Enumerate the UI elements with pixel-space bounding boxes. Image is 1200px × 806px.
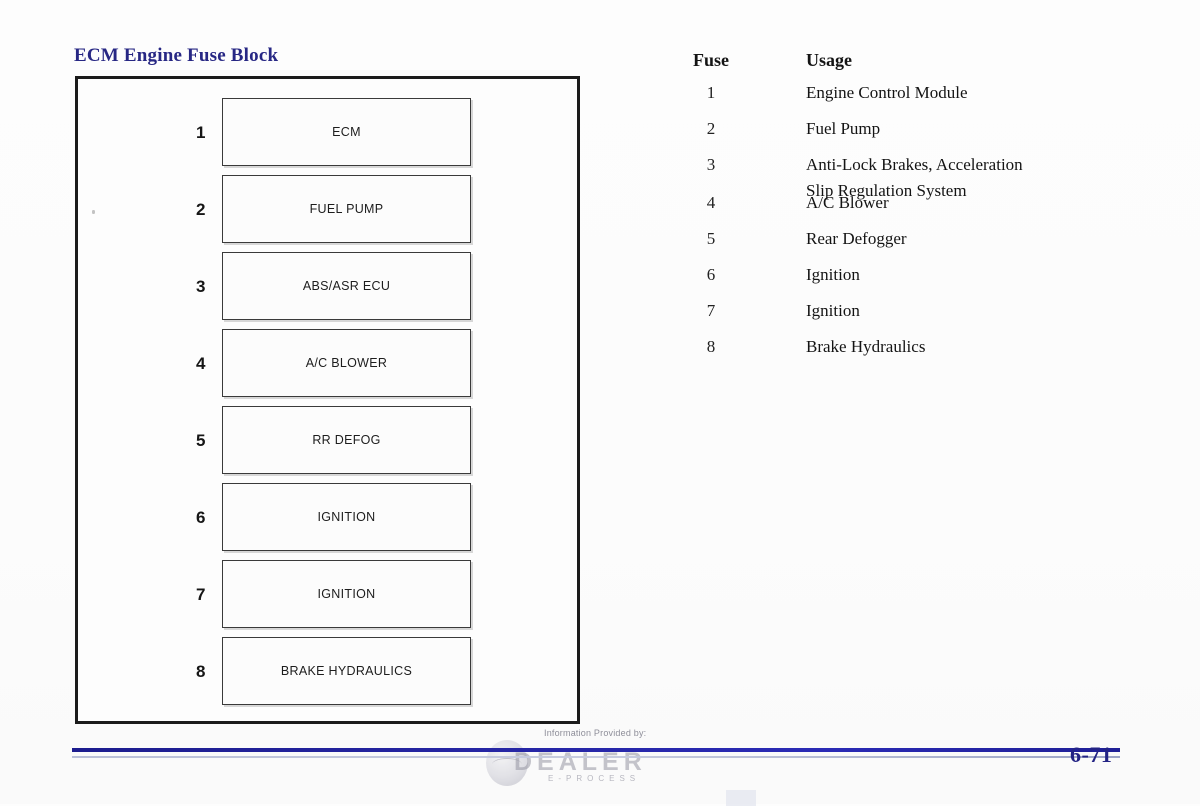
fuse-number: 2 bbox=[196, 199, 206, 219]
fuse-slot: ECM bbox=[222, 98, 471, 166]
fuse-slot: IGNITION bbox=[222, 560, 471, 628]
table-row: 5 Rear Defogger bbox=[686, 226, 1146, 250]
fuse-row: 5 RR DEFOG bbox=[196, 406, 471, 474]
fuse-slot: IGNITION bbox=[222, 483, 471, 551]
fuse-number: 8 bbox=[196, 661, 206, 681]
cell-fuse-number: 1 bbox=[706, 83, 716, 102]
fuse-slot: RR DEFOG bbox=[222, 406, 471, 474]
fuse-number: 4 bbox=[196, 353, 206, 373]
table-row: 2 Fuel Pump bbox=[686, 116, 1146, 140]
fuse-slot-label: IGNITION bbox=[317, 510, 376, 524]
page-number: 6-71 bbox=[1070, 742, 1113, 767]
fuse-usage-table: Fuse Usage 1 Engine Control Module 2 Fue… bbox=[686, 50, 1146, 370]
fuse-number: 1 bbox=[196, 122, 206, 142]
fuse-slot-label: BRAKE HYDRAULICS bbox=[280, 664, 413, 678]
cell-fuse-number: 5 bbox=[706, 229, 716, 248]
cell-usage-text: Ignition bbox=[806, 265, 860, 284]
cell-fuse-number: 8 bbox=[706, 337, 716, 356]
table-row: 3 Anti-Lock Brakes, Acceleration Slip Re… bbox=[686, 152, 1146, 200]
fuse-slot: A/C BLOWER bbox=[222, 329, 471, 397]
cell-usage-text: A/C Blower bbox=[806, 193, 889, 212]
fuse-row: 3 ABS/ASR ECU bbox=[196, 252, 471, 320]
table-row: 7 Ignition bbox=[686, 298, 1146, 322]
scan-artifact-speck bbox=[92, 210, 95, 214]
fuse-row: 2 FUEL PUMP bbox=[196, 175, 471, 243]
fuse-slot-label: IGNITION bbox=[317, 587, 376, 601]
fuse-row: 1 ECM bbox=[196, 98, 471, 166]
footer-rule-thick bbox=[72, 748, 1120, 752]
table-row: 4 A/C Blower bbox=[686, 190, 1146, 214]
fuse-slot-label: ABS/ASR ECU bbox=[302, 279, 391, 293]
table-row: 1 Engine Control Module bbox=[686, 80, 1146, 104]
cell-usage-text: Fuel Pump bbox=[806, 119, 881, 138]
footer-rule-thin bbox=[72, 756, 1120, 758]
fuse-number: 5 bbox=[196, 430, 206, 450]
fuse-row: 6 IGNITION bbox=[196, 483, 471, 551]
fuse-slot-label: RR DEFOG bbox=[312, 433, 381, 447]
cell-usage-text: Brake Hydraulics bbox=[806, 337, 926, 356]
footer-divider bbox=[72, 744, 1120, 764]
cell-fuse-number: 3 bbox=[706, 155, 716, 174]
watermark-provided-by-text: Information Provided by: bbox=[544, 728, 647, 738]
fuse-number: 6 bbox=[196, 507, 206, 527]
fuse-slot: ABS/ASR ECU bbox=[222, 252, 471, 320]
fuse-slot-label: FUEL PUMP bbox=[309, 202, 384, 216]
fuse-slot: BRAKE HYDRAULICS bbox=[222, 637, 471, 705]
cell-usage-text: Rear Defogger bbox=[806, 229, 907, 248]
document-page: ECM Engine Fuse Block 1 ECM 2 FUEL PUMP … bbox=[0, 0, 1200, 806]
table-header-row: Fuse Usage bbox=[686, 50, 1146, 80]
cell-usage-text: Engine Control Module bbox=[806, 83, 968, 102]
fuse-row: 8 BRAKE HYDRAULICS bbox=[196, 637, 471, 705]
cell-usage-text: Ignition bbox=[806, 301, 860, 320]
table-row: 6 Ignition bbox=[686, 262, 1146, 286]
cell-fuse-number: 2 bbox=[706, 119, 716, 138]
cell-fuse-number: 7 bbox=[706, 301, 716, 320]
column-header-fuse: Fuse bbox=[693, 50, 729, 70]
table-row: 8 Brake Hydraulics bbox=[686, 334, 1146, 358]
fuse-slot: FUEL PUMP bbox=[222, 175, 471, 243]
fuse-row: 7 IGNITION bbox=[196, 560, 471, 628]
column-header-usage: Usage bbox=[806, 50, 852, 70]
page-title: ECM Engine Fuse Block bbox=[74, 45, 279, 66]
fuse-row: 4 A/C BLOWER bbox=[196, 329, 471, 397]
fuse-list: 1 ECM 2 FUEL PUMP 3 ABS/ASR ECU 4 A/C BL… bbox=[196, 98, 471, 714]
cell-fuse-number: 6 bbox=[706, 265, 716, 284]
fuse-slot-label: A/C BLOWER bbox=[305, 356, 388, 370]
watermark-tagline-text: E-PROCESS bbox=[548, 774, 641, 783]
cell-usage-line-1: Anti-Lock Brakes, Acceleration bbox=[806, 155, 1023, 174]
fuse-number: 7 bbox=[196, 584, 206, 604]
fuse-slot-label: ECM bbox=[332, 125, 361, 139]
fuse-number: 3 bbox=[196, 276, 206, 296]
cell-fuse-number: 4 bbox=[706, 193, 716, 212]
